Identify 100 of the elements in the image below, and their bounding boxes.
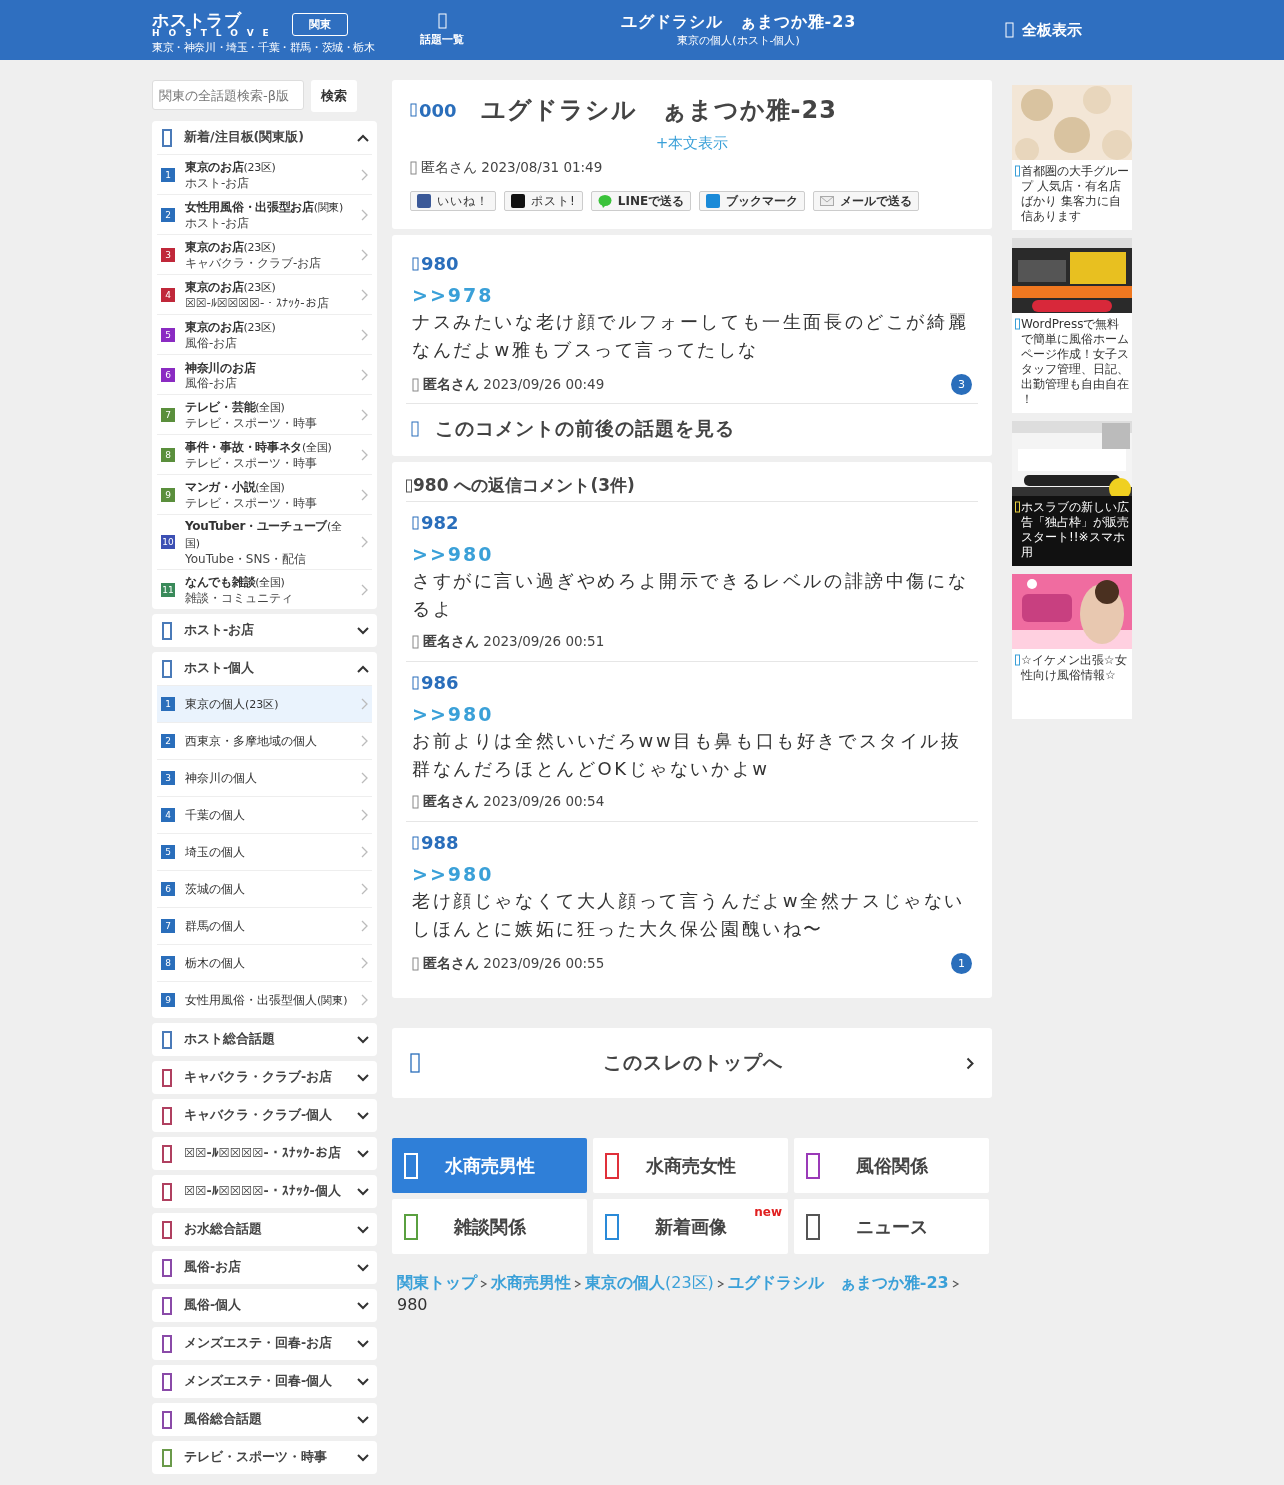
board-name: 東京のお店(23区) — [185, 159, 277, 176]
board-category: ホスト-お店 — [185, 216, 251, 230]
post-number: 988 — [412, 832, 459, 853]
board-item[interactable]: 9 マンガ・小説(全国) テレビ・スポーツ・時事 — [157, 474, 372, 514]
post-meta: 匿名さん 2023/09/26 00:51 — [423, 633, 606, 651]
board-item[interactable]: 3 神奈川の個人 — [157, 759, 372, 796]
search-button[interactable]: 検索 — [311, 80, 357, 112]
category-tab[interactable]: 新着画像 new — [593, 1199, 788, 1254]
board-item[interactable]: 2 女性用風俗・出張型お店(関東) ホスト-お店 — [157, 194, 372, 234]
section-header[interactable]: 風俗総合話題 — [157, 1403, 372, 1436]
board-item[interactable]: 2 西東京・多摩地域の個人 — [157, 722, 372, 759]
section-header[interactable]: テレビ・スポーツ・時事 — [157, 1441, 372, 1474]
chevron-right-icon — [361, 168, 368, 181]
ad-card[interactable]: WordPressで無料で簡単に風俗ホームページ作成！女子スタッフ管理、日記、出勤管理も自由自在！ — [1012, 238, 1132, 413]
board-item[interactable]: 7 テレビ・芸能(全国) テレビ・スポーツ・時事 — [157, 394, 372, 434]
board-item[interactable]: 9 女性用風俗・出張型個人(関東) — [157, 981, 372, 1018]
section-header[interactable]: ☒☒-ﾙ☒☒☒☒-・ｽﾅｯｸ-お店 — [157, 1137, 372, 1170]
ad-card[interactable]: ホスラブの新しい広告「独占枠」が販売スタート!!※スマホ用 — [1012, 421, 1132, 566]
category-tab[interactable]: 水商売男性 — [392, 1138, 587, 1193]
region-button[interactable]: 関東 — [291, 13, 348, 36]
topics-link[interactable]: 話題一覧 — [412, 13, 472, 47]
chevron-down-icon — [357, 1035, 369, 1044]
section-header[interactable]: 風俗-お店 — [157, 1251, 372, 1284]
site-logo-subtitle: HOSTLOVE — [152, 29, 278, 38]
comment-text: さすがに言い過ぎやめろよ開示できるレベルの誹謗中傷になるよ — [412, 569, 970, 621]
category-tab[interactable]: ニュース — [794, 1199, 989, 1254]
board-item[interactable]: 5 埼玉の個人 — [157, 833, 372, 870]
number-badge: 2 — [161, 207, 175, 222]
number-badge: 5 — [161, 845, 175, 859]
thread-top-link[interactable]: このスレのトップへ — [392, 1028, 992, 1098]
number-badge: 7 — [161, 407, 175, 422]
board-item[interactable]: 8 事件・事故・時事ネタ(全国) テレビ・スポーツ・時事 — [157, 434, 372, 474]
board-name: なんでも雑談(全国) — [185, 574, 286, 591]
box-icon — [410, 103, 417, 117]
board-item[interactable]: 1 東京のお店(23区) ホスト-お店 — [157, 154, 372, 194]
section-title: キャバクラ・クラブ-個人 — [184, 1107, 334, 1124]
board-item[interactable]: 8 栃木の個人 — [157, 944, 372, 981]
section-title: テレビ・スポーツ・時事 — [184, 1449, 328, 1466]
all-boards-link[interactable]: 全板表示 — [1005, 20, 1110, 40]
board-category: YouTube・SNS・配信 — [185, 552, 307, 566]
share-button[interactable]: いいね！ — [410, 191, 496, 211]
number-badge: 6 — [161, 882, 175, 896]
section-title: ☒☒-ﾙ☒☒☒☒-・ｽﾅｯｸ-お店 — [184, 1145, 342, 1162]
chevron-down-icon — [357, 1453, 369, 1462]
ad-card[interactable]: 首都圏の大手グループ 人気店・有名店ばかり 集客力に自信あります — [1012, 85, 1132, 230]
context-link[interactable]: このコメントの前後の話題を見る — [406, 403, 978, 456]
chevron-right-icon — [361, 809, 368, 821]
section-header[interactable]: ホスト-個人 — [157, 652, 372, 685]
box-icon — [411, 421, 419, 437]
share-button[interactable]: ブックマーク — [699, 191, 806, 211]
box-icon — [412, 256, 419, 271]
box-icon — [410, 161, 417, 175]
section-header[interactable]: ☒☒-ﾙ☒☒☒☒-・ｽﾅｯｸ-個人 — [157, 1175, 372, 1208]
chevron-right-icon — [361, 957, 368, 969]
board-item[interactable]: 5 東京のお店(23区) 風俗-お店 — [157, 314, 372, 354]
board-item[interactable]: 6 茨城の個人 — [157, 870, 372, 907]
section-header[interactable]: メンズエステ・回春-お店 — [157, 1327, 372, 1360]
board-item[interactable]: 1 東京の個人(23区) — [157, 685, 372, 722]
chevron-right-icon — [574, 1280, 582, 1288]
category-tab[interactable]: 水商売女性 — [593, 1138, 788, 1193]
chevron-right-icon — [361, 698, 368, 710]
chevron-down-icon — [357, 626, 369, 635]
section-header[interactable]: お水総合話題 — [157, 1213, 372, 1246]
site-logo[interactable]: ホストラブ — [152, 11, 278, 29]
board-item[interactable]: 7 群馬の個人 — [157, 907, 372, 944]
ad-caption: ホスラブの新しい広告「独占枠」が販売スタート!!※スマホ用 — [1021, 500, 1129, 560]
share-button[interactable]: LINEで送る — [590, 191, 692, 211]
share-button[interactable]: メールで送る — [813, 191, 920, 211]
section-header[interactable]: メンズエステ・回春-個人 — [157, 1365, 372, 1398]
chevron-right-icon — [361, 994, 368, 1006]
section-title: お水総合話題 — [184, 1221, 263, 1238]
share-button[interactable]: ポスト! — [504, 191, 583, 211]
board-item[interactable]: 10 YouTuber・ユーチューブ(全国) YouTube・SNS・配信 — [157, 514, 372, 569]
board-item[interactable]: 6 神奈川のお店 風俗-お店 — [157, 354, 372, 394]
section-title: ホスト-お店 — [184, 622, 256, 639]
section-header[interactable]: ホスト総合話題 — [157, 1023, 372, 1056]
chevron-down-icon — [357, 1377, 369, 1386]
board-item[interactable]: 3 東京のお店(23区) キャバクラ・クラブ-お店 — [157, 234, 372, 274]
page-title: ユグドラシル ぁまつか雅-23 — [620, 12, 857, 33]
section-header[interactable]: ホスト-お店 — [157, 614, 372, 647]
section-header[interactable]: キャバクラ・クラブ-お店 — [157, 1061, 372, 1094]
reply-count-badge[interactable]: 3 — [951, 374, 972, 395]
section-header[interactable]: 風俗-個人 — [157, 1289, 372, 1322]
section-header[interactable]: キャバクラ・クラブ-個人 — [157, 1099, 372, 1132]
number-badge: 9 — [161, 487, 175, 502]
box-icon — [412, 377, 419, 392]
category-tab[interactable]: 風俗関係 — [794, 1138, 989, 1193]
box-icon — [412, 675, 419, 690]
chevron-right-icon — [361, 328, 368, 341]
board-item[interactable]: 4 東京のお店(23区) ☒☒-ﾙ☒☒☒☒-・ｽﾅｯｸ-お店 — [157, 274, 372, 314]
comment-text: ナスみたいな老け顔でルフォーしても一生面長のどこが綺麗なんだよw雅もブスって言ってたしな — [412, 310, 970, 362]
section-header[interactable]: 新着/注目板(関東版) — [157, 121, 372, 154]
number-badge: 1 — [161, 697, 175, 711]
ad-card[interactable]: ☆イケメン出張☆女性向け風俗情報☆ — [1012, 574, 1132, 719]
reply-count-badge[interactable]: 1 — [951, 953, 972, 974]
board-name: 女性用風俗・出張型個人(関東) — [185, 991, 349, 1009]
breadcrumb-current: 980 — [397, 1295, 428, 1314]
search-field[interactable]: 関東の全話題検索-β版 — [152, 80, 304, 110]
board-item[interactable]: 4 千葉の個人 — [157, 796, 372, 833]
category-tab[interactable]: 雑談関係 — [392, 1199, 587, 1254]
